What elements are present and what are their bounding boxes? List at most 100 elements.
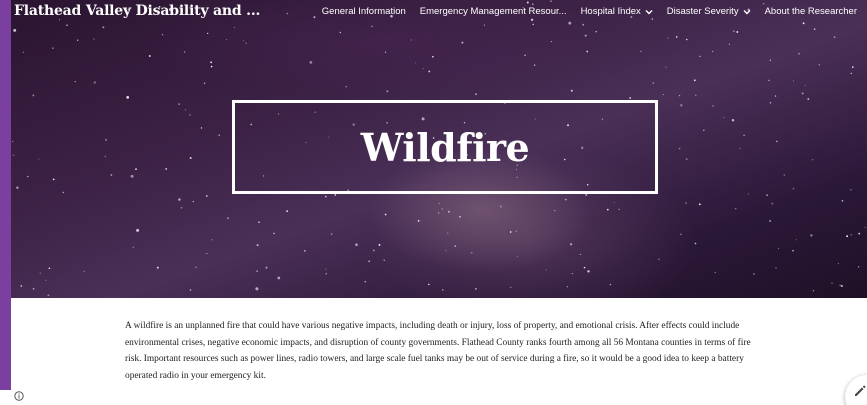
star	[550, 41, 552, 43]
star	[531, 3, 534, 6]
star	[383, 259, 385, 261]
star	[564, 198, 567, 201]
nav-item-hospital-index[interactable]: Hospital Index	[581, 6, 653, 17]
star	[136, 228, 140, 232]
star	[515, 230, 517, 232]
star	[736, 31, 739, 33]
star	[417, 220, 420, 222]
star	[304, 250, 306, 252]
star	[226, 39, 228, 41]
star	[524, 54, 526, 56]
chevron-down-icon[interactable]	[645, 9, 653, 15]
nav-item-label: General Information	[321, 6, 406, 17]
star	[545, 269, 547, 271]
star	[371, 25, 373, 28]
star	[585, 193, 588, 196]
star	[161, 33, 164, 36]
star	[459, 215, 461, 218]
nav-item-label: About the Researcher	[764, 6, 857, 17]
star	[652, 82, 655, 84]
star	[48, 267, 51, 269]
star	[571, 273, 573, 275]
star	[422, 68, 424, 70]
star	[110, 174, 113, 176]
star	[189, 156, 192, 160]
edit-button[interactable]	[845, 375, 867, 405]
star	[83, 270, 85, 272]
star	[712, 105, 714, 107]
star	[792, 187, 795, 190]
star	[769, 220, 771, 222]
star	[372, 249, 375, 252]
star	[74, 81, 76, 83]
star	[526, 1, 529, 4]
star	[415, 62, 416, 64]
star	[148, 55, 151, 57]
star	[769, 59, 772, 61]
nav-item-disaster-severity[interactable]: Disaster Severity	[667, 6, 751, 17]
nav-item-general-information[interactable]: General Information	[322, 6, 406, 17]
star	[256, 244, 259, 247]
star	[438, 212, 440, 214]
star	[39, 272, 41, 274]
star	[685, 202, 687, 204]
star	[384, 213, 387, 216]
page-title: Wildfire	[360, 124, 530, 170]
star	[587, 270, 590, 273]
site-title[interactable]: Flathead Valley Disability and ...	[14, 3, 260, 19]
nav-item-emergency-management-resources[interactable]: Emergency Management Resour...	[420, 6, 567, 17]
star	[58, 19, 61, 21]
star	[609, 283, 612, 286]
star	[448, 210, 450, 213]
star	[665, 66, 667, 68]
star	[234, 26, 236, 28]
star	[509, 231, 512, 233]
star	[22, 51, 25, 53]
star	[693, 79, 696, 82]
star	[441, 208, 443, 210]
star	[530, 18, 534, 21]
star	[378, 243, 381, 246]
star	[840, 285, 843, 287]
star	[583, 266, 586, 269]
star	[165, 167, 168, 170]
star	[325, 273, 327, 275]
star	[32, 288, 35, 290]
star	[712, 50, 714, 53]
star	[483, 24, 485, 26]
star	[156, 266, 159, 269]
star	[762, 2, 765, 5]
star	[454, 245, 457, 247]
star	[584, 34, 587, 37]
star	[265, 266, 268, 269]
star	[680, 104, 683, 107]
star	[841, 200, 844, 202]
star	[368, 260, 371, 263]
info-icon[interactable]	[14, 391, 24, 401]
star	[694, 242, 697, 245]
star	[582, 23, 585, 26]
star	[774, 95, 777, 97]
nav-item-about-the-researcher[interactable]: About the Researcher	[765, 6, 857, 17]
star	[66, 24, 68, 26]
star	[858, 232, 861, 235]
star	[178, 103, 180, 105]
star	[203, 82, 206, 85]
star	[20, 285, 23, 287]
star	[286, 210, 288, 213]
star	[77, 39, 79, 41]
nav-item-label: Disaster Severity	[666, 6, 739, 17]
star	[45, 279, 47, 281]
star	[686, 38, 688, 41]
star	[839, 284, 841, 286]
star	[27, 175, 29, 178]
star	[595, 30, 597, 33]
star	[16, 186, 19, 189]
chevron-down-icon[interactable]	[743, 9, 751, 15]
star	[52, 178, 55, 181]
star	[273, 232, 275, 235]
star	[309, 61, 313, 64]
star	[579, 253, 581, 255]
star	[258, 221, 260, 223]
star	[629, 97, 632, 99]
